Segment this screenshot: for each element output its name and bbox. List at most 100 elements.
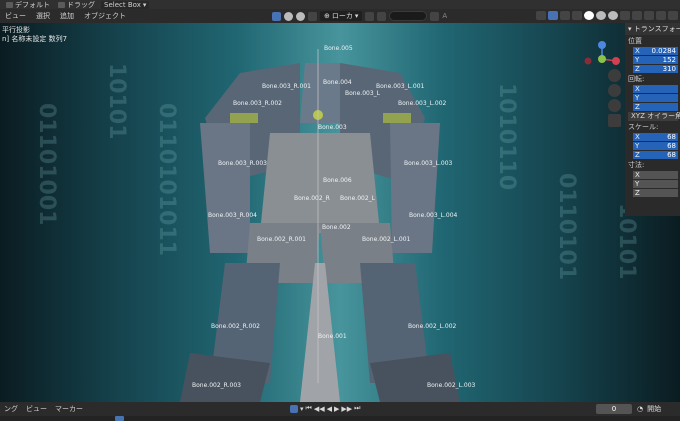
menu-item-view[interactable]: ビュー	[0, 11, 31, 21]
current-frame-field[interactable]: 0	[596, 404, 632, 414]
pan-hand-icon[interactable]	[608, 84, 621, 97]
jump-start-icon[interactable]: ⏮	[306, 404, 312, 413]
top-bar: デフォルト ドラッグ Select Box ▾	[0, 0, 680, 9]
viewport-right-tools	[536, 11, 678, 20]
location-label: 位置	[628, 37, 642, 45]
record-icon[interactable]	[290, 404, 298, 413]
snap-icon[interactable]	[377, 11, 387, 21]
rotation-z-field[interactable]: Z	[633, 103, 678, 111]
menu-item-add[interactable]: 追加	[55, 11, 79, 21]
timeline-menu-view[interactable]: ビュー	[22, 404, 51, 414]
rotation-y-field[interactable]: Y	[633, 94, 678, 102]
visibility-icon[interactable]	[536, 11, 546, 20]
dimension-x-field[interactable]: X	[633, 171, 678, 179]
prev-keyframe-icon[interactable]: ◀◀	[314, 405, 325, 413]
bone-label: Bone.002_R	[294, 195, 330, 202]
zoom-icon[interactable]	[608, 69, 621, 82]
location-z-field[interactable]: Z 310	[633, 65, 678, 73]
scale-z-field[interactable]: Z 68	[633, 151, 678, 159]
link-icon[interactable]	[365, 11, 375, 21]
bone-label: Bone.002_L.001	[362, 236, 411, 243]
bone-label: Bone.003_L.001	[376, 83, 425, 90]
rendered-shading-icon[interactable]	[608, 11, 618, 20]
bone-label: Bone.001	[318, 333, 347, 340]
material-shading-icon[interactable]	[296, 11, 305, 21]
scale-y-field[interactable]: Y 68	[633, 142, 678, 150]
orientation-dropdown[interactable]: ⊕ ローカ ▾	[320, 11, 363, 21]
bone-label: Bone.003_L.004	[409, 212, 458, 219]
bone-label: Bone.005	[324, 45, 353, 52]
bone-label: Bone.003_R.002	[233, 100, 282, 107]
play-reverse-icon[interactable]: ◀	[327, 405, 332, 413]
clock-icon: ◔	[637, 405, 644, 413]
neg-x-axis-icon[interactable]	[584, 57, 592, 65]
bone-label: Bone.003_R.001	[262, 83, 311, 90]
scale-label: スケール:	[628, 123, 659, 131]
dimension-z-field[interactable]: Z	[633, 189, 678, 197]
3d-viewport[interactable]: 01101001 10101 0110101011 1010110 011010…	[0, 23, 680, 402]
proportional-edit-icon[interactable]	[430, 11, 440, 21]
bone-label: Bone.002_R.003	[192, 382, 241, 389]
collapse-chevron-icon: ▾	[628, 25, 632, 33]
location-x-field[interactable]: X 0.0284	[633, 47, 678, 55]
bone-label: Bone.003_L	[345, 90, 381, 97]
grid-icon[interactable]	[656, 11, 666, 20]
bone-label: Bone.003_L.002	[398, 100, 447, 107]
timeline-menu-playback[interactable]: ング	[0, 404, 22, 414]
dimensions-label: 寸法:	[628, 161, 645, 169]
play-icon[interactable]: ▶	[334, 405, 339, 413]
chevron-down-icon: ▾	[142, 0, 147, 9]
chevron-down-icon[interactable]: ▾	[300, 405, 304, 413]
start-frame-control[interactable]: ◔ 開始	[637, 404, 661, 414]
scale-x-field[interactable]: X 68	[633, 133, 678, 141]
playhead[interactable]	[115, 416, 124, 421]
material-preview-icon[interactable]	[596, 11, 606, 20]
rotation-label: 回転:	[628, 75, 645, 83]
text-tool-icon[interactable]: A	[442, 12, 447, 20]
rotation-mode-dropdown[interactable]: XYZ オイラー角	[628, 112, 680, 121]
dimension-y-field[interactable]: Y	[633, 180, 678, 188]
bone-label: Bone.002_L.003	[427, 382, 476, 389]
bone-label: Bone.004	[323, 79, 352, 86]
gizmo-toggle-icon[interactable]	[548, 11, 558, 20]
bone-label: Bone.003_R.004	[208, 212, 257, 219]
eye-icon[interactable]	[632, 11, 642, 20]
xray-icon[interactable]	[572, 11, 582, 20]
bone-label: Bone.002_R.001	[257, 236, 306, 243]
next-keyframe-icon[interactable]: ▶▶	[341, 405, 352, 413]
menu-item-select[interactable]: 選択	[31, 11, 55, 21]
search-input[interactable]	[389, 11, 428, 21]
shading-options-icon[interactable]	[620, 11, 630, 20]
viewport-center-tools: ⊕ ローカ ▾ A	[272, 11, 447, 21]
tool-settings-icon[interactable]	[644, 11, 654, 20]
x-axis-icon[interactable]	[612, 57, 620, 65]
bone-label: Bone.002_L.002	[408, 323, 457, 330]
panel-title: トランスフォー	[633, 25, 680, 33]
timeline-menu-marker[interactable]: マーカー	[51, 404, 87, 414]
bone-label: Bone.006	[323, 177, 352, 184]
grid-view-icon[interactable]	[608, 114, 621, 127]
y-axis-icon[interactable]	[598, 55, 606, 63]
select-box-dropdown[interactable]: Select Box ▾	[101, 0, 150, 9]
projection-label: 平行投影	[2, 26, 30, 34]
mode-icon	[6, 1, 13, 8]
overlay-toggle-icon[interactable]	[560, 11, 570, 20]
solid-shading-icon[interactable]	[584, 11, 594, 20]
panel-header[interactable]: ▾ トランスフォー	[625, 23, 680, 35]
playback-controls: ▾ ⏮ ◀◀ ◀ ▶ ▶▶ ⏭	[290, 404, 360, 413]
drag-icon	[58, 1, 65, 8]
rotation-x-field[interactable]: X	[633, 85, 678, 93]
object-mode-icon[interactable]	[272, 11, 281, 21]
bone-label: Bone.003_R.003	[218, 160, 267, 167]
timeline-ruler[interactable]	[0, 416, 680, 421]
camera-view-icon[interactable]	[608, 99, 621, 112]
timeline-menu: ング ビュー マーカー	[0, 404, 87, 414]
menu-item-object[interactable]: オブジェクト	[79, 11, 131, 21]
start-label: 開始	[647, 405, 662, 413]
sphere-shading-icon[interactable]	[284, 11, 293, 21]
jump-end-icon[interactable]: ⏭	[354, 404, 360, 413]
camera-settings-icon[interactable]	[668, 11, 678, 20]
z-axis-icon[interactable]	[598, 41, 606, 49]
location-y-field[interactable]: Y 152	[633, 56, 678, 64]
overlay-icon[interactable]	[308, 11, 317, 21]
